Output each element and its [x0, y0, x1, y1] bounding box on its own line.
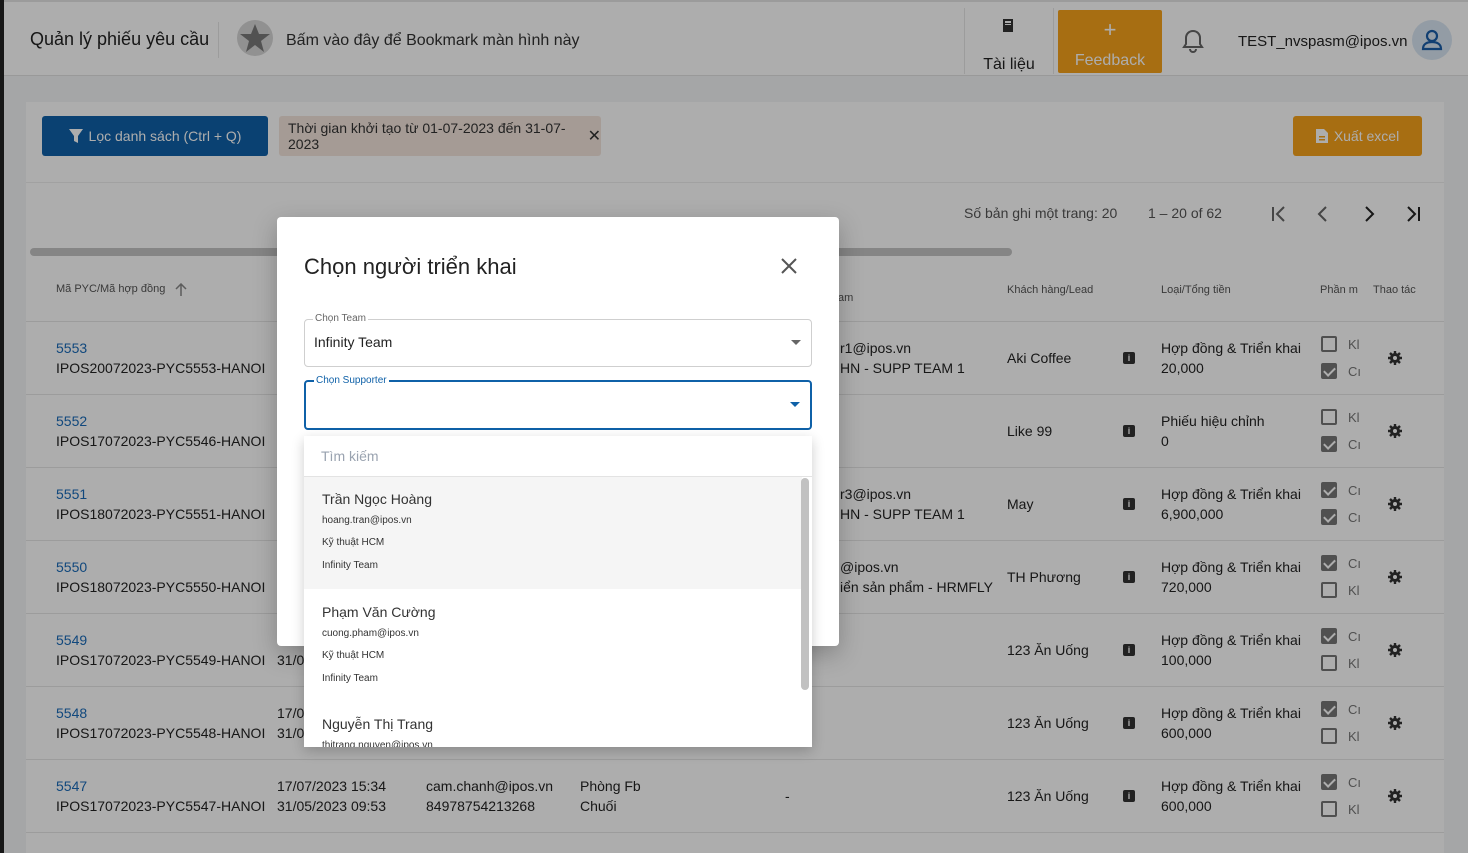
chevron-down-icon: [791, 340, 801, 345]
search-input[interactable]: [321, 446, 781, 466]
supporter-dropdown-panel: Trần Ngọc Hoàng hoang.tran@ipos.vn Kỹ thuậ…: [304, 436, 812, 747]
dropdown-search: [304, 436, 812, 477]
supporter-option[interactable]: Trần Ngọc Hoàng hoang.tran@ipos.vn Kỹ thuậ…: [304, 477, 802, 589]
supporter-option[interactable]: Nguyễn Thị Trang thitrang.nguyen@ipos.vn: [304, 702, 802, 747]
close-icon[interactable]: [778, 255, 800, 277]
dialog-title: Chọn người triển khai: [304, 254, 517, 279]
option-department: Kỹ thuật HCM: [322, 537, 385, 548]
option-name: Nguyễn Thị Trang: [322, 716, 434, 732]
supporter-option[interactable]: Phạm Văn Cường cuong.pham@ipos.vn Kỹ thuật…: [304, 590, 802, 702]
option-name: Trần Ngọc Hoàng: [322, 491, 432, 507]
team-select-label: Chọn Team: [313, 313, 368, 324]
team-select-value: Infinity Team: [314, 334, 393, 350]
app-root: Quản lý phiếu yêu cầu Bấm vào đây để Boo…: [0, 0, 1468, 853]
option-department: Kỹ thuật HCM: [322, 650, 385, 661]
chevron-down-icon: [790, 402, 800, 407]
option-name: Phạm Văn Cường: [322, 604, 436, 620]
supporter-select-label: Chọn Supporter: [314, 375, 389, 386]
option-team: Infinity Team: [322, 560, 378, 571]
supporter-select[interactable]: Chọn Supporter: [304, 375, 812, 430]
team-select[interactable]: Chọn Team Infinity Team: [304, 313, 812, 367]
option-team: Infinity Team: [322, 673, 378, 684]
option-email: hoang.tran@ipos.vn: [322, 515, 412, 526]
option-email: cuong.pham@ipos.vn: [322, 628, 419, 639]
dropdown-scrollbar[interactable]: [801, 478, 809, 690]
option-email: thitrang.nguyen@ipos.vn: [322, 740, 433, 747]
